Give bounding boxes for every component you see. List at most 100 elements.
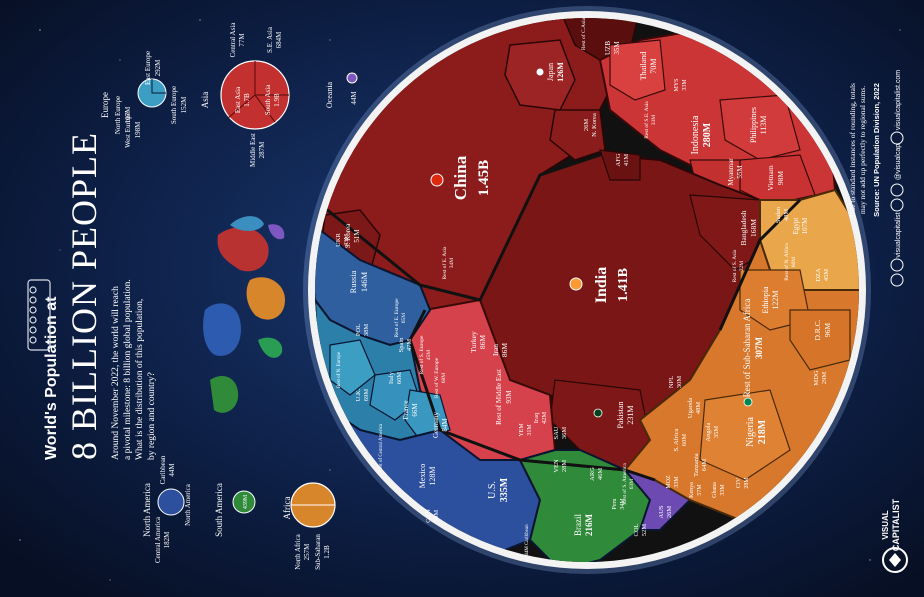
svg-text:122M: 122M <box>771 290 780 309</box>
svg-text:34M: 34M <box>449 258 455 269</box>
svg-text:28M: 28M <box>561 460 568 473</box>
svg-text:Rest of N. Africa: Rest of N. Africa <box>783 243 790 281</box>
infographic-canvas: China 1.45B India 1.41B Japan 126M S. Ko… <box>0 0 924 597</box>
iraq-label: Iraq 42M <box>533 412 548 425</box>
ven-label: VEN 28M <box>553 459 568 473</box>
china-name: China <box>451 155 470 200</box>
svg-text:Rest of E. Europe: Rest of E. Europe <box>393 298 400 338</box>
svg-text:168M: 168M <box>749 219 758 237</box>
svg-text:UZB: UZB <box>604 41 612 55</box>
svg-text:D.R.C.: D.R.C. <box>813 319 822 340</box>
svg-text:57M: 57M <box>697 484 703 496</box>
svg-text:Vietnam: Vietnam <box>766 165 775 191</box>
italy-label: Italy 60M <box>388 371 403 384</box>
svg-text:Rest of N. Europe: Rest of N. Europe <box>337 351 342 388</box>
svg-text:S. Africa: S. Africa <box>673 428 680 451</box>
india-value: 1.41B <box>616 268 631 302</box>
svg-text:33M: 33M <box>720 484 726 496</box>
svg-text:Central America: Central America <box>154 516 162 563</box>
svg-text:DZA: DZA <box>815 268 822 282</box>
restcasia-label: Rest of C.Asia <box>580 17 587 50</box>
svg-text:South Europe: South Europe <box>170 86 178 124</box>
svg-text:98M: 98M <box>776 171 785 186</box>
svg-text:Ethiopia: Ethiopia <box>761 286 770 314</box>
svg-text:U.S.: U.S. <box>487 481 498 499</box>
svg-text:UKR: UKR <box>335 232 342 246</box>
svg-text:East Europe: East Europe <box>144 51 152 85</box>
svg-text:439M: 439M <box>243 494 249 509</box>
svg-text:66M: 66M <box>411 403 419 417</box>
svg-text:44M Caribbean: 44M Caribbean <box>525 524 530 556</box>
svg-text:48M: 48M <box>695 402 702 415</box>
intro-line3: What is the distribution of this populat… <box>134 299 145 460</box>
nigeria-label: Nigeria 218M <box>745 416 768 447</box>
svg-text:Rest of Middle East: Rest of Middle East <box>495 369 503 425</box>
svg-text:Italy: Italy <box>388 371 395 384</box>
svg-text:60M: 60M <box>396 372 403 385</box>
svg-text:Bangladesh: Bangladesh <box>739 210 748 245</box>
footer-notes: Due to standard instances of rounding, t… <box>848 83 881 217</box>
npl-label: NPL 30M <box>668 376 683 389</box>
spain-label: Spain 47M <box>398 337 413 353</box>
egypt-label: Egypt 107M <box>792 217 809 235</box>
china-flag-icon <box>430 173 444 187</box>
svg-text:Oceania: Oceania <box>325 81 334 108</box>
svg-text:33M: 33M <box>651 115 657 126</box>
svg-text:POL: POL <box>355 324 362 336</box>
svg-text:Brazil: Brazil <box>573 514 583 536</box>
restcamerica-label: Rest of Central America <box>379 423 384 472</box>
aus-label: AUS 26M <box>658 505 673 518</box>
svg-text:AUS: AUS <box>658 505 665 518</box>
japan-label: Japan 126M <box>546 62 565 82</box>
svg-text:335M: 335M <box>499 477 510 502</box>
col-label: COL 52M <box>633 523 648 536</box>
svg-text:MOZ: MOZ <box>666 475 672 489</box>
svg-text:Rest of Sub-Saharan Africa: Rest of Sub-Saharan Africa <box>742 299 752 398</box>
svg-text:28M: 28M <box>744 477 750 489</box>
brazil-label: Brazil 216M <box>573 514 594 537</box>
svg-text:36M: 36M <box>561 427 568 440</box>
svg-text:Rest of S.E. Asia: Rest of S.E. Asia <box>643 101 650 139</box>
svg-text:43M: 43M <box>343 234 350 247</box>
svg-text:Rest of Central America: Rest of Central America <box>379 423 384 472</box>
svg-text:33M: 33M <box>682 79 688 91</box>
svg-text:Philippines: Philippines <box>749 107 758 143</box>
svg-text:257M: 257M <box>303 543 311 561</box>
svg-text:Myanmar: Myanmar <box>727 158 735 186</box>
svg-text:51M: 51M <box>353 229 361 243</box>
svg-text:U.K.: U.K. <box>355 388 362 401</box>
svg-text:96M: 96M <box>823 323 832 338</box>
svg-text:39M: 39M <box>433 510 440 523</box>
dza-label: DZA 45M <box>815 268 830 282</box>
svg-text:45M: 45M <box>426 350 432 361</box>
svg-text:visualcapitalist[interactable]: visualcapitalist <box>895 212 902 257</box>
svg-text:YEM: YEM <box>519 423 525 437</box>
svg-text:Sub-Saharan: Sub-Saharan <box>314 534 322 570</box>
svg-text:31M: 31M <box>527 424 533 436</box>
pakistan-flag-icon <box>593 408 603 418</box>
svg-text:107M: 107M <box>801 217 809 235</box>
svg-text:Tanzania: Tanzania <box>693 453 700 476</box>
india-flag-icon <box>569 277 583 291</box>
svg-text:@visualcap[interactable]: @visualcap <box>895 144 902 180</box>
svg-text:64M: 64M <box>701 459 708 472</box>
svg-text:42M: 42M <box>541 412 548 425</box>
svg-text:60M: 60M <box>791 257 797 268</box>
svg-text:Japan: Japan <box>546 63 555 81</box>
svg-text:65M: 65M <box>401 313 407 324</box>
nigeria-flag-icon <box>743 397 753 407</box>
title-line1: World's Population at <box>43 296 60 460</box>
svg-text:Central Asia: Central Asia <box>229 22 237 58</box>
svg-text:Egypt: Egypt <box>792 218 800 235</box>
svg-text:Uganda: Uganda <box>687 398 694 418</box>
can-label: CAN 39M <box>425 509 440 523</box>
svg-text:West Europe: West Europe <box>124 112 132 148</box>
svg-text:52M: 52M <box>641 524 648 537</box>
svg-text:41M: 41M <box>623 154 630 167</box>
svg-text:35M: 35M <box>613 41 621 55</box>
svg-text:128M: 128M <box>428 466 437 485</box>
svg-text:Germany: Germany <box>432 411 440 438</box>
svg-text:visualcapitalist.com[interactable]: visualcapitalist.com <box>895 70 902 130</box>
svg-text:ARG: ARG <box>589 467 596 481</box>
svg-text:22M: 22M <box>739 261 745 272</box>
